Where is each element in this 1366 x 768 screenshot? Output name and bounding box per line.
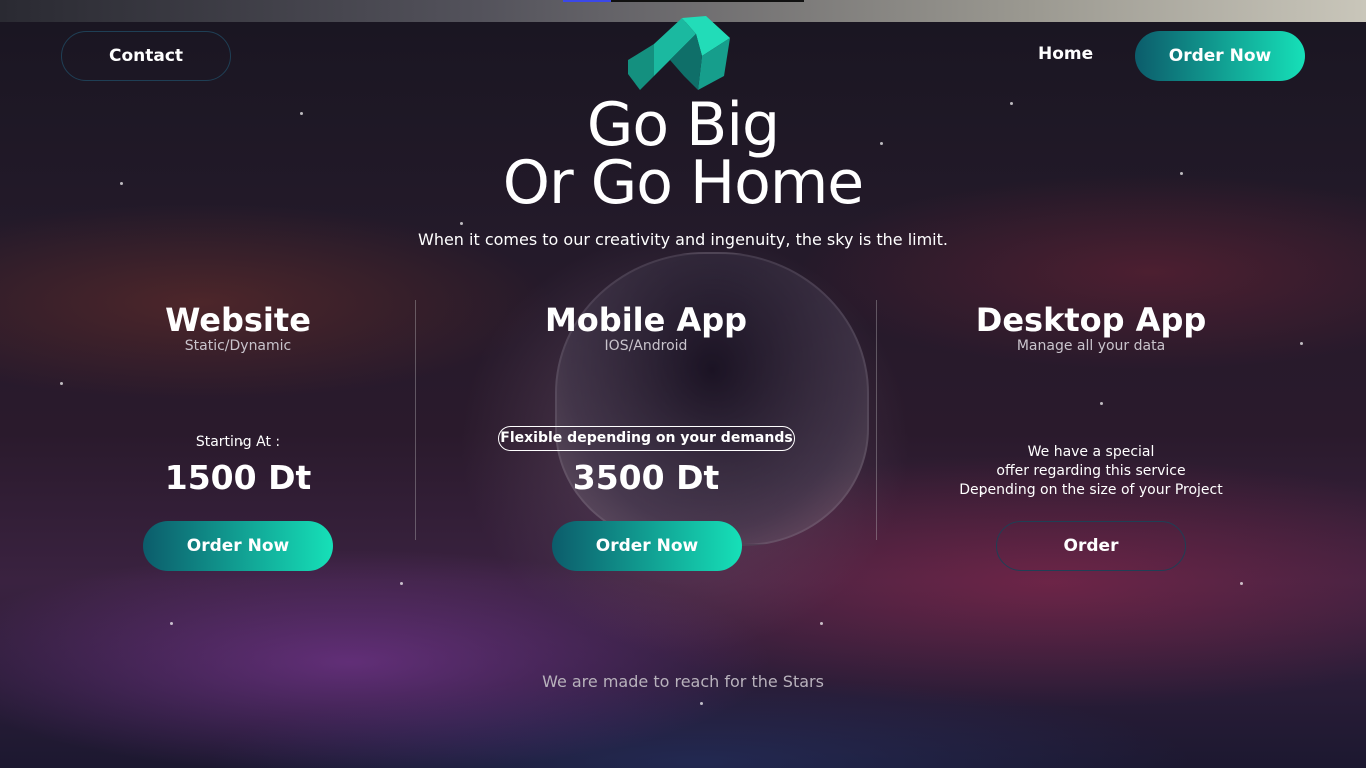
nav-home-link[interactable]: Home: [1038, 44, 1093, 64]
service-subtitle: Manage all your data: [1016, 338, 1166, 354]
order-now-website-button[interactable]: Order Now: [143, 521, 333, 571]
brand-logo[interactable]: [626, 16, 730, 94]
service-title: Website: [165, 301, 311, 339]
footer-tagline: We are made to reach for the Stars: [542, 672, 824, 691]
hero-title-line2: Or Go Home: [502, 148, 864, 218]
contact-button[interactable]: Contact: [61, 31, 231, 81]
order-desktop-button[interactable]: Order: [996, 521, 1186, 571]
service-subtitle: IOS/Android: [604, 338, 688, 354]
desktop-offer-line3: Depending on the size of your Project: [959, 482, 1223, 498]
service-title: Mobile App: [544, 301, 748, 339]
flexible-pricing-badge: Flexible depending on your demands: [498, 426, 795, 451]
service-desktop-app: Desktop App Manage all your data: [946, 300, 1236, 354]
service-mobile-app: Mobile App IOS/Android: [516, 300, 776, 354]
starting-at-label: Starting At :: [195, 434, 281, 450]
nav-order-now-button[interactable]: Order Now: [1135, 31, 1305, 81]
order-now-mobile-button[interactable]: Order Now: [552, 521, 742, 571]
column-divider: [415, 300, 416, 540]
price-mobile-app: 3500 Dt: [572, 458, 720, 497]
service-website: Website Static/Dynamic: [118, 300, 358, 354]
hero-subtitle: When it comes to our creativity and inge…: [418, 230, 948, 249]
service-subtitle: Static/Dynamic: [184, 338, 292, 354]
price-website: 1500 Dt: [164, 458, 312, 497]
column-divider: [876, 300, 877, 540]
scroll-progress: [563, 0, 804, 2]
desktop-offer-line1: We have a special: [1027, 444, 1155, 460]
desktop-offer-line2: offer regarding this service: [996, 463, 1186, 479]
hero-title-line1: Go Big: [586, 90, 780, 160]
astronaut-helmet-image: [555, 252, 869, 546]
service-title: Desktop App: [975, 301, 1207, 339]
